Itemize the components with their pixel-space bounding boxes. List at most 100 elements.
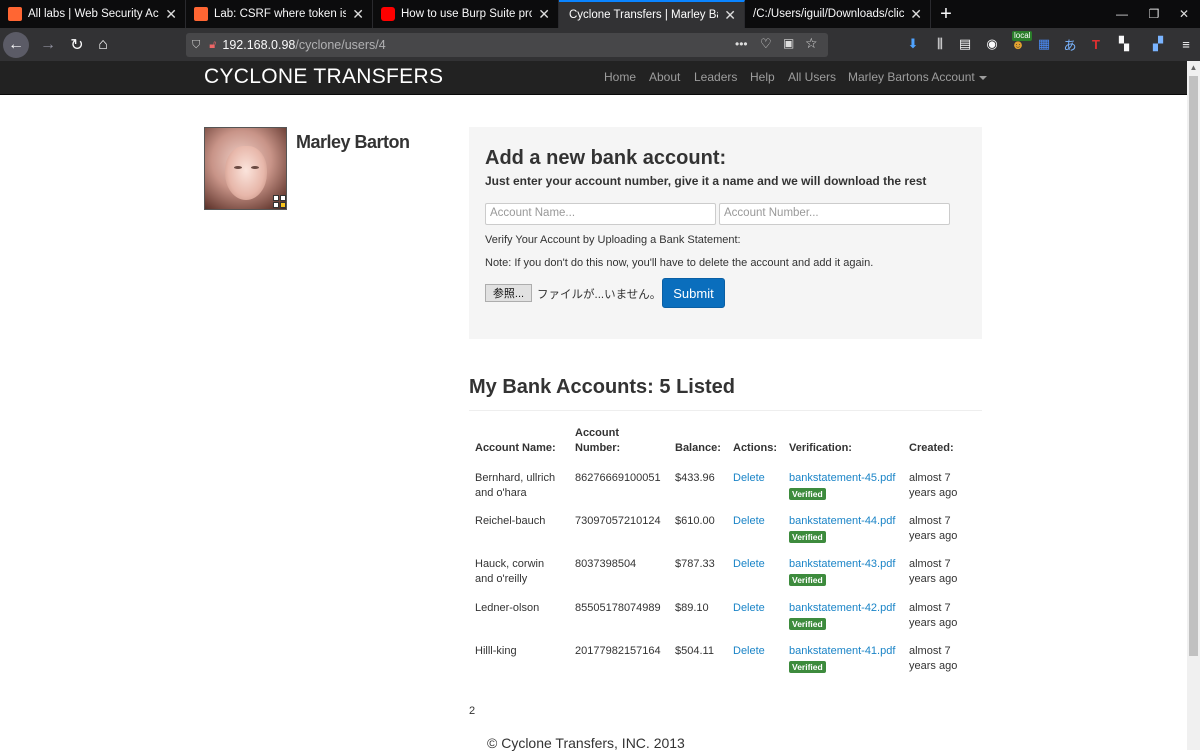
add-account-title: Add a new bank account: bbox=[485, 147, 727, 169]
nav-about[interactable]: About bbox=[649, 70, 680, 84]
statement-link[interactable]: bankstatement-44.pdf bbox=[789, 514, 895, 529]
delete-link[interactable]: Delete bbox=[733, 557, 765, 572]
home-icon[interactable]: ⌂ bbox=[90, 32, 116, 58]
created-cell: almost 7 years ago bbox=[909, 558, 958, 585]
statement-link[interactable]: bankstatement-43.pdf bbox=[789, 557, 895, 572]
nav-home[interactable]: Home bbox=[604, 70, 636, 84]
extensions-grid-icon[interactable]: ▚ bbox=[1114, 34, 1134, 54]
url-path: /cyclone/users/4 bbox=[295, 38, 386, 52]
browser-tab[interactable]: All labs | Web Security Academ ✕ bbox=[0, 0, 186, 28]
avatar-eye bbox=[234, 166, 242, 169]
browse-file-button[interactable]: 参照... bbox=[485, 284, 532, 302]
delete-link[interactable]: Delete bbox=[733, 471, 765, 486]
tab-title: All labs | Web Security Academ bbox=[28, 8, 159, 20]
close-icon[interactable]: ✕ bbox=[910, 6, 922, 23]
balance-cell: $610.00 bbox=[675, 515, 715, 527]
balance-cell: $433.96 bbox=[675, 472, 715, 484]
profile-name: Marley Barton bbox=[296, 132, 410, 152]
translate-icon[interactable]: ▣ bbox=[783, 36, 794, 50]
library-icon[interactable]: ⫼ bbox=[930, 34, 950, 54]
restore-icon[interactable]: ❐ bbox=[1138, 0, 1170, 28]
tab-title: /C:/Users/iguil/Downloads/clickjack bbox=[753, 8, 905, 20]
reload-icon[interactable]: ↻ bbox=[64, 32, 90, 58]
close-icon[interactable]: ✕ bbox=[165, 6, 177, 23]
account-number-cell: 86276669100051 bbox=[575, 472, 661, 484]
caret-down-icon bbox=[978, 75, 987, 80]
shield-icon[interactable]: ⛉ bbox=[192, 39, 200, 52]
minimize-icon[interactable]: — bbox=[1106, 0, 1138, 28]
browser-tab[interactable]: How to use Burp Suite projects ✕ bbox=[373, 0, 559, 28]
footer-copyright: © Cyclone Transfers, INC. 2013 bbox=[487, 735, 685, 751]
nav-leaders[interactable]: Leaders bbox=[694, 70, 737, 84]
close-icon[interactable]: ✕ bbox=[724, 7, 736, 24]
translate-extension-icon[interactable]: ▦ bbox=[1034, 34, 1054, 54]
sidebar-icon[interactable]: ▤ bbox=[955, 34, 975, 54]
extension-t-icon[interactable]: T bbox=[1086, 34, 1106, 54]
verification-cell: bankstatement-41.pdf Verified bbox=[789, 644, 895, 675]
close-icon[interactable]: ✕ bbox=[352, 6, 364, 23]
download-icon[interactable]: ⬇ bbox=[903, 34, 923, 54]
account-name-cell: Bernhard, ullrich and o'hara bbox=[475, 472, 556, 499]
bookmark-star-icon[interactable]: ☆ bbox=[805, 35, 818, 52]
created-cell: almost 7 years ago bbox=[909, 515, 958, 542]
back-arrow-icon[interactable]: ← bbox=[3, 31, 29, 58]
created-cell: almost 7 years ago bbox=[909, 645, 958, 672]
close-icon[interactable]: ✕ bbox=[538, 6, 550, 23]
pocket-icon[interactable]: ♡ bbox=[760, 36, 772, 52]
note-text: Note: If you don't do this now, you'll h… bbox=[485, 257, 874, 269]
browser-tab-active[interactable]: Cyclone Transfers | Marley Barton ✕ bbox=[559, 0, 745, 28]
verification-cell: bankstatement-44.pdf Verified bbox=[789, 514, 895, 545]
menu-icon[interactable]: ≡ bbox=[1176, 34, 1196, 54]
account-number-input[interactable]: Account Number... bbox=[719, 203, 950, 225]
column-header-actions: Actions: bbox=[733, 442, 777, 454]
local-badge: local bbox=[1012, 31, 1033, 41]
browser-tab[interactable]: /C:/Users/iguil/Downloads/clickjack ✕ bbox=[745, 0, 931, 28]
url-bar[interactable]: ⛉ 🔓︎ 192.168.0.98/cyclone/users/4 ••• ♡ … bbox=[186, 33, 828, 57]
account-name-input[interactable]: Account Name... bbox=[485, 203, 716, 225]
add-account-subtitle: Just enter your account number, give it … bbox=[485, 174, 927, 188]
status-badge: Verified bbox=[789, 661, 826, 673]
account-number-cell: 85505178074989 bbox=[575, 602, 661, 614]
status-badge: Verified bbox=[789, 618, 826, 630]
add-account-panel: Add a new bank account: Just enter your … bbox=[469, 127, 982, 339]
youtube-icon bbox=[381, 7, 395, 21]
divider bbox=[469, 410, 982, 411]
statement-link[interactable]: bankstatement-45.pdf bbox=[789, 471, 895, 486]
status-badge: Verified bbox=[789, 574, 826, 586]
avatar-eye bbox=[251, 166, 259, 169]
nav-help[interactable]: Help bbox=[750, 70, 775, 84]
portswigger-icon bbox=[194, 7, 208, 21]
delete-link[interactable]: Delete bbox=[733, 601, 765, 616]
avatar-face bbox=[225, 146, 267, 200]
avatar bbox=[204, 127, 287, 210]
delete-link[interactable]: Delete bbox=[733, 514, 765, 529]
page-actions-icon[interactable]: ••• bbox=[735, 37, 748, 51]
addons-icon[interactable]: ▞ bbox=[1148, 34, 1168, 54]
scroll-up-icon[interactable]: ▲ bbox=[1189, 63, 1198, 73]
browser-tab[interactable]: Lab: CSRF where token is not ti ✕ bbox=[186, 0, 373, 28]
insecure-lock-icon[interactable]: 🔓︎ bbox=[209, 39, 216, 52]
forward-arrow-icon[interactable]: → bbox=[35, 32, 61, 58]
scrollbar-thumb[interactable] bbox=[1189, 76, 1198, 656]
statement-link[interactable]: bankstatement-42.pdf bbox=[789, 601, 895, 616]
tab-title: Lab: CSRF where token is not ti bbox=[214, 8, 346, 20]
statement-link[interactable]: bankstatement-41.pdf bbox=[789, 644, 895, 659]
delete-link[interactable]: Delete bbox=[733, 644, 765, 659]
site-brand[interactable]: CYCLONE TRANSFERS bbox=[204, 65, 443, 89]
tab-title: Cyclone Transfers | Marley Barton bbox=[569, 9, 718, 21]
verification-cell: bankstatement-45.pdf Verified bbox=[789, 471, 895, 502]
account-name-cell: Reichel-bauch bbox=[475, 515, 546, 527]
balance-cell: $787.33 bbox=[675, 558, 715, 570]
account-icon[interactable]: ◉ bbox=[982, 34, 1002, 54]
nav-account-dropdown[interactable]: Marley Bartons Account bbox=[848, 70, 987, 84]
nav-account-label: Marley Bartons Account bbox=[848, 70, 975, 84]
window-close-icon[interactable]: ✕ bbox=[1168, 0, 1200, 28]
column-header-balance: Balance: bbox=[675, 442, 721, 454]
site-header: CYCLONE TRANSFERS Home About Leaders Hel… bbox=[0, 61, 1187, 95]
page-number[interactable]: 2 bbox=[469, 705, 475, 717]
ime-icon[interactable]: あ bbox=[1060, 34, 1080, 54]
submit-button[interactable]: Submit bbox=[662, 278, 725, 308]
new-tab-icon[interactable]: + bbox=[931, 0, 961, 28]
nav-all-users[interactable]: All Users bbox=[788, 70, 836, 84]
url-host: 192.168.0.98 bbox=[222, 38, 296, 52]
